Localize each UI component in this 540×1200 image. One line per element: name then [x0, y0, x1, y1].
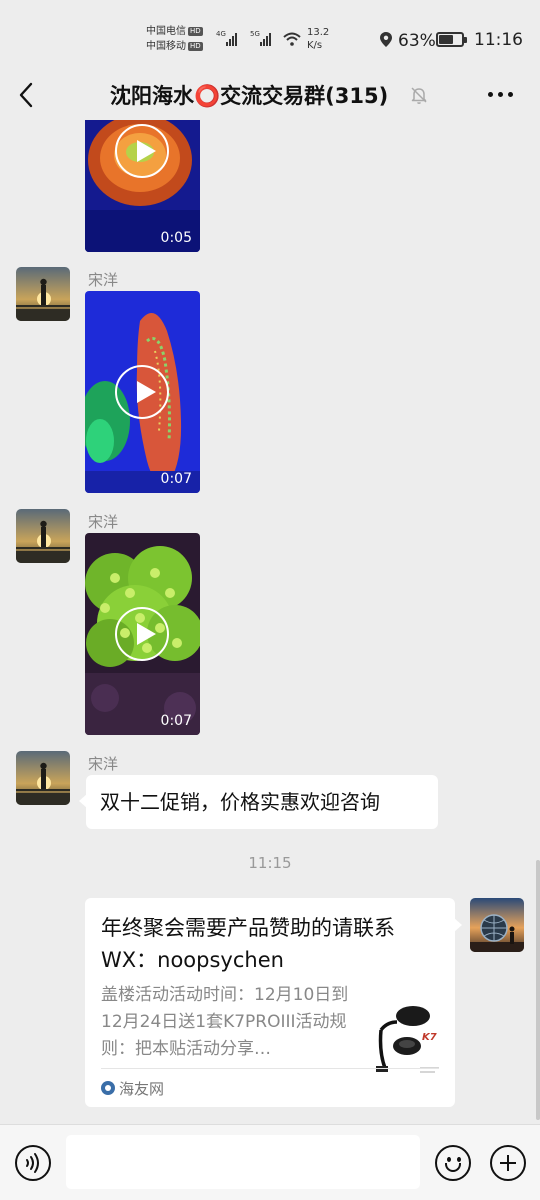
thumb-brand: K7 — [422, 1032, 437, 1043]
carrier-1: 中国电信 — [146, 26, 186, 37]
network-speed: 13.2 K/s — [307, 27, 330, 51]
avatar-image — [16, 509, 70, 563]
carrier-2: 中国移动 — [146, 41, 186, 52]
play-icon[interactable] — [115, 607, 169, 661]
location-icon — [380, 32, 392, 47]
avatar-image — [470, 898, 524, 952]
chat-header: 沈阳海水⭕交流交易群(315) — [0, 70, 540, 120]
plus-button[interactable] — [490, 1145, 526, 1181]
avatar-image — [16, 267, 70, 321]
sender-name: 宋洋 — [88, 513, 119, 531]
chat-messages[interactable]: 0:05 宋洋 0:07 宋洋 0:07 宋洋 双十二促销，价格实惠欢迎咨询 1… — [0, 120, 540, 1124]
link-card-description: 盖楼活动活动时间：12月10日到12月24日送1套K7PROIII活动规则：把本… — [101, 985, 349, 1059]
video-message[interactable]: 0:05 — [85, 120, 200, 252]
wifi-icon — [283, 32, 301, 46]
avatar[interactable] — [16, 751, 70, 805]
voice-button[interactable] — [15, 1145, 51, 1181]
input-bar — [0, 1124, 540, 1200]
link-card-source: 海友网 — [101, 1077, 164, 1101]
back-icon[interactable] — [16, 80, 38, 110]
divider — [101, 1068, 439, 1069]
network-type: 5G — [250, 30, 260, 38]
time-separator: 11:15 — [248, 854, 292, 872]
source-name: 海友网 — [119, 1080, 165, 1098]
message-input[interactable] — [66, 1135, 420, 1189]
battery-percent: 63% — [398, 31, 436, 51]
link-card-thumbnail: K7 — [373, 1002, 441, 1076]
emoji-button[interactable] — [435, 1145, 471, 1181]
video-duration: 0:07 — [160, 471, 192, 487]
link-card-title: 年终聚会需要产品赞助的请联系WX：noopsychen — [101, 916, 395, 972]
text-message[interactable]: 双十二促销，价格实惠欢迎咨询 — [79, 775, 438, 829]
signal-icon: 4G — [216, 30, 244, 48]
video-duration: 0:05 — [160, 230, 192, 246]
bell-off-icon — [411, 87, 427, 104]
hd-badge: HD — [188, 26, 203, 36]
source-logo-icon — [101, 1081, 115, 1095]
sender-name: 宋洋 — [88, 271, 119, 289]
voice-icon — [26, 1153, 39, 1173]
more-options-button[interactable] — [486, 92, 516, 98]
signal-icon: 5G — [250, 30, 278, 48]
avatar[interactable] — [16, 509, 70, 563]
play-icon[interactable] — [115, 365, 169, 419]
network-type: 4G — [216, 30, 226, 38]
hd-badge: HD — [188, 41, 203, 51]
video-message[interactable]: 0:07 — [85, 291, 200, 493]
avatar-image — [16, 751, 70, 805]
carrier-info: 中国电信 HD 中国移动 HD — [146, 24, 203, 54]
battery-icon — [436, 32, 467, 47]
video-message[interactable]: 0:07 — [85, 533, 200, 735]
scrollbar[interactable] — [536, 860, 540, 1120]
link-card[interactable]: 年终聚会需要产品赞助的请联系WX：noopsychen 盖楼活动活动时间：12月… — [85, 898, 462, 1107]
chat-title: 沈阳海水⭕交流交易群(315) — [110, 84, 389, 108]
avatar[interactable] — [16, 267, 70, 321]
my-avatar[interactable] — [470, 898, 524, 952]
sender-name: 宋洋 — [88, 755, 119, 773]
status-time: 11:16 — [474, 30, 523, 50]
video-duration: 0:07 — [160, 713, 192, 729]
play-icon[interactable] — [115, 124, 169, 178]
status-bar: 中国电信 HD 中国移动 HD 4G 5G 13.2 K/s 63% 11:16 — [0, 0, 540, 70]
